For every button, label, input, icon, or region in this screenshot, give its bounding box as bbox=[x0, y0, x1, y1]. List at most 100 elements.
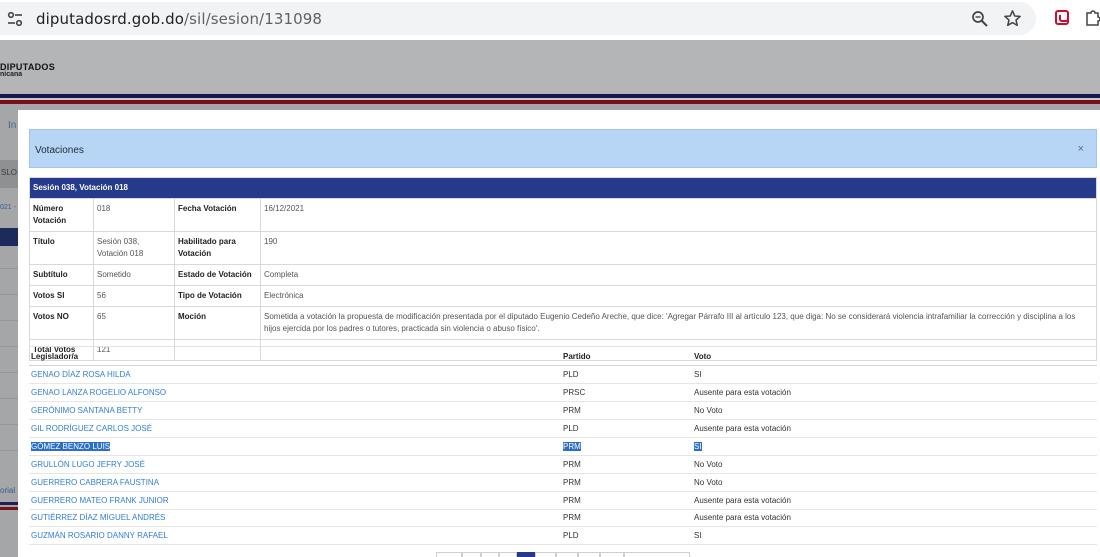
pagination-button[interactable] bbox=[578, 552, 600, 557]
vote-cell: Ausente para esta votación bbox=[692, 419, 1097, 438]
backdrop-link: orial bbox=[0, 486, 16, 495]
value-tipo: Electrónica bbox=[260, 285, 1097, 307]
legislator-cell: GENAO DÍAZ ROSA HILDA bbox=[29, 365, 561, 384]
vote-cell: Ausente para esta votación bbox=[692, 383, 1097, 402]
column-header-legislador[interactable]: Legislador/a bbox=[29, 346, 561, 366]
backdrop-bar bbox=[0, 228, 18, 246]
legislator-link[interactable]: GUZMÁN ROSARIO DANNY RAFAEL bbox=[31, 531, 168, 540]
legislator-link[interactable]: GRULLÓN LUGO JEFRY JOSÉ bbox=[31, 460, 145, 469]
legislator-link[interactable]: GENAO LANZA ROGELIO ALFONSO bbox=[31, 388, 166, 397]
browser-toolbar: diputadosrd.gob.do/sil/sesion/131098 bbox=[0, 0, 1100, 40]
session-info-table: Sesión 038, Votación 018 Número Votación… bbox=[29, 177, 1097, 361]
backdrop-breadcrumb: In bbox=[8, 120, 17, 131]
url-text[interactable]: diputadosrd.gob.do/sil/sesion/131098 bbox=[36, 10, 322, 28]
legislator-link[interactable]: GUERRERO MATEO FRANK JUNIOR bbox=[31, 496, 169, 505]
bookmark-star-icon[interactable] bbox=[1003, 9, 1022, 28]
legislator-link[interactable]: GERÓNIMO SANTANA BETTY bbox=[31, 406, 142, 415]
site-logo-subtext: nicana bbox=[0, 71, 23, 78]
zoom-icon[interactable] bbox=[971, 10, 989, 28]
modal-title: Votaciones bbox=[35, 145, 84, 156]
label-titulo: Título bbox=[29, 231, 94, 265]
pagination-button[interactable] bbox=[624, 552, 690, 557]
extensions-puzzle-icon[interactable] bbox=[1085, 8, 1100, 26]
legislator-cell: GENAO LANZA ROGELIO ALFONSO bbox=[29, 383, 561, 402]
votaciones-modal: Votaciones × Sesión 038, Votación 018 Nú… bbox=[18, 110, 1100, 557]
legislator-link[interactable]: GÓMEZ BENZO LUIS bbox=[31, 441, 111, 451]
legislator-cell: GUERRERO CABRERA FAUSTINA bbox=[29, 473, 561, 492]
label-subtitulo: Subtítulo bbox=[29, 264, 94, 286]
party-cell: PLD bbox=[561, 419, 692, 438]
backdrop-divider bbox=[0, 320, 18, 321]
pagination-button[interactable] bbox=[481, 552, 499, 557]
table-row: GRULLÓN LUGO JEFRY JOSÉ PRM No Voto bbox=[29, 455, 1097, 474]
backdrop-tab: SLO bbox=[0, 160, 18, 188]
session-header: Sesión 038, Votación 018 bbox=[29, 177, 1097, 199]
party-cell: PRM bbox=[561, 455, 692, 474]
legislator-cell: GUZMÁN ROSARIO DANNY RAFAEL bbox=[29, 526, 561, 546]
address-bar[interactable]: diputadosrd.gob.do/sil/sesion/131098 bbox=[0, 2, 1036, 35]
vote-text: SI bbox=[694, 441, 702, 451]
table-row: GERÓNIMO SANTANA BETTY PRM No Voto bbox=[29, 401, 1097, 420]
party-cell: PRM bbox=[561, 437, 692, 456]
value-estado: Completa bbox=[260, 264, 1097, 286]
pagination-button[interactable] bbox=[556, 552, 578, 557]
table-row: GIL RODRÍGUEZ CARLOS JOSÉ PLD Ausente pa… bbox=[29, 419, 1097, 438]
vote-cell: No Voto bbox=[692, 455, 1097, 474]
close-button[interactable]: × bbox=[1078, 143, 1084, 155]
label-fecha: Fecha Votación bbox=[174, 198, 261, 232]
modal-header: Votaciones × bbox=[29, 129, 1097, 168]
pagination-button-active[interactable] bbox=[517, 552, 535, 557]
party-cell: PRM bbox=[561, 473, 692, 492]
column-header-partido[interactable]: Partido bbox=[561, 346, 692, 366]
party-cell: PRM bbox=[561, 401, 692, 420]
backdrop-divider bbox=[0, 424, 18, 425]
pagination-button[interactable] bbox=[462, 552, 481, 557]
legislator-link[interactable]: GUERRERO CABRERA FAUSTINA bbox=[31, 478, 159, 487]
value-subtitulo: Sometido bbox=[93, 264, 175, 286]
label-habilitado: Habilitado para Votación bbox=[174, 231, 261, 265]
legislator-link[interactable]: GENAO DÍAZ ROSA HILDA bbox=[31, 370, 131, 379]
legislator-link[interactable]: GUTIÉRREZ DÍAZ MIGUEL ANDRÉS bbox=[31, 513, 165, 522]
value-mocion: Sometida a votación la propuesta de modi… bbox=[260, 306, 1097, 340]
site-header: DIPUTADOS nicana bbox=[0, 40, 1100, 94]
url-host: diputadosrd.gob.do bbox=[36, 10, 184, 28]
label-tipo: Tipo de Votación bbox=[174, 285, 261, 307]
legislator-cell: GUERRERO MATEO FRANK JUNIOR bbox=[29, 491, 561, 510]
value-titulo: Sesión 038, Votación 018 bbox=[93, 231, 175, 265]
vote-cell: SI bbox=[692, 365, 1097, 384]
party-cell: PLD bbox=[561, 526, 692, 546]
table-row: GUTIÉRREZ DÍAZ MIGUEL ANDRÉS PRM Ausente… bbox=[29, 509, 1097, 528]
pagination-button[interactable] bbox=[436, 552, 462, 557]
backdrop-divider bbox=[0, 372, 18, 373]
value-fecha: 16/12/2021 bbox=[260, 198, 1097, 232]
vote-cell: Ausente para esta votación bbox=[692, 491, 1097, 510]
table-row: GUERRERO MATEO FRANK JUNIOR PRM Ausente … bbox=[29, 491, 1097, 510]
site-info-icon[interactable] bbox=[6, 10, 24, 28]
backdrop-divider bbox=[0, 398, 18, 399]
vote-cell: No Voto bbox=[692, 401, 1097, 420]
vote-cell: SI bbox=[692, 437, 1097, 456]
label-mocion: Moción bbox=[174, 306, 261, 340]
vote-cell: No Voto bbox=[692, 473, 1097, 492]
legislator-cell: GERÓNIMO SANTANA BETTY bbox=[29, 401, 561, 420]
backdrop-divider bbox=[0, 268, 18, 269]
pagination-button[interactable] bbox=[600, 552, 624, 557]
pagination-button[interactable] bbox=[535, 552, 556, 557]
legislator-cell: GÓMEZ BENZO LUIS bbox=[29, 437, 561, 456]
label-votos-no: Votos NO bbox=[29, 306, 94, 340]
extension-shield-icon[interactable] bbox=[1055, 10, 1069, 25]
table-row: GENAO LANZA ROGELIO ALFONSO PRSC Ausente… bbox=[29, 383, 1097, 402]
legislator-cell: GIL RODRÍGUEZ CARLOS JOSÉ bbox=[29, 419, 561, 438]
column-header-voto[interactable]: Voto bbox=[692, 346, 1097, 366]
pagination-button[interactable] bbox=[499, 552, 517, 557]
vote-cell: Ausente para esta votación bbox=[692, 509, 1097, 528]
backdrop-divider bbox=[0, 294, 18, 295]
party-text: PRM bbox=[563, 441, 581, 451]
backdrop-divider bbox=[0, 450, 18, 451]
label-votos-si: Votos SI bbox=[29, 285, 94, 307]
legislator-cell: GRULLÓN LUGO JEFRY JOSÉ bbox=[29, 455, 561, 474]
backdrop-divider bbox=[0, 346, 18, 347]
party-cell: PRM bbox=[561, 509, 692, 528]
value-votos-si: 56 bbox=[93, 285, 175, 307]
legislator-link[interactable]: GIL RODRÍGUEZ CARLOS JOSÉ bbox=[31, 424, 152, 433]
